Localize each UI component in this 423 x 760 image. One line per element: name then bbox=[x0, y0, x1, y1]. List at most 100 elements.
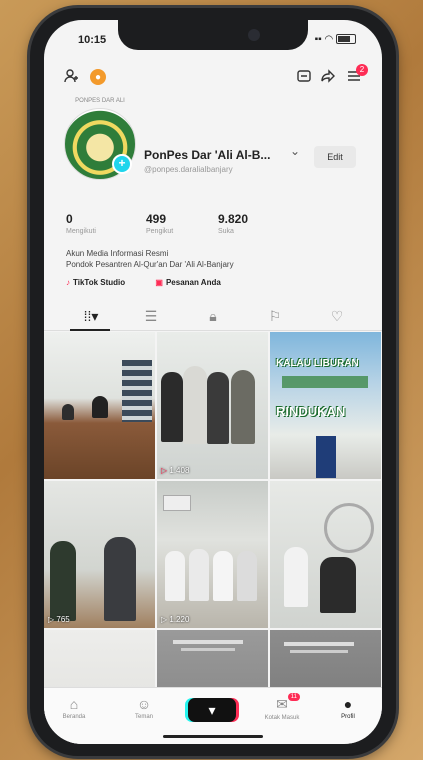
view-count-value: 1.408 bbox=[169, 466, 190, 475]
display-name: PonPes Dar 'Ali Al-B... bbox=[144, 148, 271, 162]
person-figure bbox=[207, 372, 229, 444]
tab-saved[interactable]: ⚐ bbox=[260, 308, 290, 325]
caption-line bbox=[173, 640, 243, 644]
grid-icon: ⁞⁞▾ bbox=[83, 308, 99, 324]
stat-label: Suka bbox=[218, 228, 234, 235]
person-figure bbox=[213, 551, 233, 601]
friends-icon: ☺ bbox=[136, 696, 152, 712]
video-thumbnail[interactable] bbox=[44, 332, 155, 479]
video-thumbnail[interactable]: ▷ 765 bbox=[44, 481, 155, 628]
coin-icon[interactable]: ● bbox=[90, 69, 106, 85]
create-button[interactable]: ▾ bbox=[188, 698, 236, 722]
bio-line: Pondok Pesantren Al-Qur'an Dar 'Ali Al-B… bbox=[66, 260, 234, 269]
bookshelf bbox=[122, 360, 152, 422]
phone-frame: 10:15 ▪▪ ◠ ● 2 PONPES DAR ALI + PonPes D… bbox=[30, 8, 396, 756]
bio-line: Akun Media Informasi Resmi bbox=[66, 249, 169, 258]
stat-label: Mengikuti bbox=[66, 228, 96, 235]
nav-inbox[interactable]: ✉ Kotak Masuk 11 bbox=[252, 693, 312, 721]
person-figure bbox=[316, 436, 336, 478]
tiktok-studio-link[interactable]: ♪ TikTok Studio bbox=[66, 278, 139, 287]
video-thumbnail[interactable]: ▷ 1.408 bbox=[157, 332, 268, 479]
camera bbox=[248, 29, 260, 41]
profile-icon: ● bbox=[343, 696, 353, 712]
bottom-nav: ⌂ Beranda ☺ Teman ▾ ✉ Kotak Masuk 11 ● P… bbox=[44, 687, 382, 744]
person-figure bbox=[165, 551, 185, 601]
stat-likes[interactable]: 9.820 Suka bbox=[218, 212, 248, 235]
view-count: ▷ 1.220 bbox=[161, 615, 189, 624]
person-figure bbox=[320, 557, 356, 613]
tab-underline bbox=[70, 329, 110, 331]
stat-value: 0 bbox=[66, 212, 73, 226]
nav-home[interactable]: ⌂ Beranda bbox=[44, 696, 104, 720]
view-count: ▷ 765 bbox=[48, 615, 70, 624]
caption-line bbox=[181, 648, 235, 651]
orders-link[interactable]: ▣ Pesanan Anda bbox=[155, 278, 234, 287]
tab-private[interactable]: 🔒︎ bbox=[198, 308, 228, 325]
stat-followers[interactable]: 499 Pengikut bbox=[146, 212, 173, 235]
nav-label: Teman bbox=[134, 714, 153, 720]
plus-icon: ▾ bbox=[208, 702, 216, 718]
nav-profile[interactable]: ● Profil bbox=[318, 696, 378, 720]
tab-videos[interactable]: ⁞⁞▾ bbox=[76, 308, 106, 325]
add-friend-icon[interactable] bbox=[64, 68, 80, 84]
status-time: 10:15 bbox=[78, 34, 107, 46]
home-icon: ⌂ bbox=[69, 696, 79, 712]
view-count-value: 765 bbox=[56, 615, 70, 624]
view-count: ▷ 1.408 bbox=[161, 466, 189, 475]
inbox-icon: ✉ bbox=[276, 696, 288, 712]
screen: 10:15 ▪▪ ◠ ● 2 PONPES DAR ALI + PonPes D… bbox=[44, 20, 382, 744]
stat-value: 9.820 bbox=[218, 212, 249, 226]
cart-icon: ▣ bbox=[155, 278, 163, 287]
video-thumbnail[interactable] bbox=[270, 481, 381, 628]
person-figure bbox=[104, 537, 136, 621]
video-thumbnail[interactable]: KALAU LIBURAN RINDUKAN bbox=[270, 332, 381, 479]
tab-playlists[interactable]: ☰ bbox=[136, 308, 166, 325]
view-count-value: 1.220 bbox=[169, 615, 190, 624]
tiktok-studio-label: TikTok Studio bbox=[73, 278, 126, 287]
person-figure bbox=[189, 549, 209, 601]
home-indicator bbox=[163, 735, 263, 738]
person-figure bbox=[231, 370, 255, 444]
caption-line bbox=[284, 642, 354, 646]
caption-line bbox=[290, 650, 348, 653]
share-icon[interactable] bbox=[320, 68, 336, 84]
video-overlay-subtitle: RINDUKAN bbox=[276, 404, 346, 419]
edit-profile-button[interactable]: Edit bbox=[314, 146, 356, 168]
person-figure bbox=[284, 547, 308, 607]
menu-icon[interactable]: 2 bbox=[346, 64, 368, 84]
studio-icon: ♪ bbox=[66, 278, 70, 287]
stat-value: 499 bbox=[146, 212, 167, 226]
person-figure bbox=[50, 541, 76, 621]
lock-icon: 🔒︎ bbox=[209, 308, 217, 324]
orders-label: Pesanan Anda bbox=[165, 278, 221, 287]
heart-icon: ♡ bbox=[330, 308, 344, 324]
username: @ponpes.daralialbanjary bbox=[144, 165, 233, 174]
nav-label: Beranda bbox=[62, 714, 86, 720]
bio: Akun Media Informasi Resmi Pondok Pesant… bbox=[66, 248, 356, 270]
green-banner bbox=[282, 376, 368, 388]
air-conditioner bbox=[163, 495, 191, 511]
wall-clock bbox=[324, 503, 374, 553]
person-figure bbox=[92, 396, 108, 418]
person-figure bbox=[62, 404, 74, 420]
person-figure bbox=[161, 372, 183, 442]
stat-label: Pengikut bbox=[146, 228, 174, 235]
profile-links: ♪ TikTok Studio ▣ Pesanan Anda bbox=[66, 278, 249, 287]
stat-following[interactable]: 0 Mengikuti bbox=[66, 212, 96, 235]
signal-icon: ▪▪ bbox=[314, 34, 322, 45]
video-thumbnail[interactable]: ▷ 1.220 bbox=[157, 481, 268, 628]
nav-friends[interactable]: ☺ Teman bbox=[114, 696, 174, 720]
bookmark-icon: ⚐ bbox=[268, 308, 282, 324]
notch bbox=[118, 20, 308, 50]
inbox-count-badge: 11 bbox=[287, 693, 300, 701]
video-overlay-title: KALAU LIBURAN bbox=[276, 358, 359, 369]
chevron-down-icon[interactable]: ⌄ bbox=[290, 144, 300, 158]
person-figure bbox=[237, 551, 257, 601]
avatar[interactable]: + bbox=[64, 108, 136, 180]
creator-tools-icon[interactable] bbox=[296, 68, 312, 84]
avatar-caption: PONPES DAR ALI bbox=[75, 98, 125, 104]
battery-icon bbox=[336, 34, 356, 45]
person-figure bbox=[183, 366, 207, 444]
add-story-icon[interactable]: + bbox=[112, 154, 132, 174]
tab-liked[interactable]: ♡ bbox=[322, 308, 352, 325]
